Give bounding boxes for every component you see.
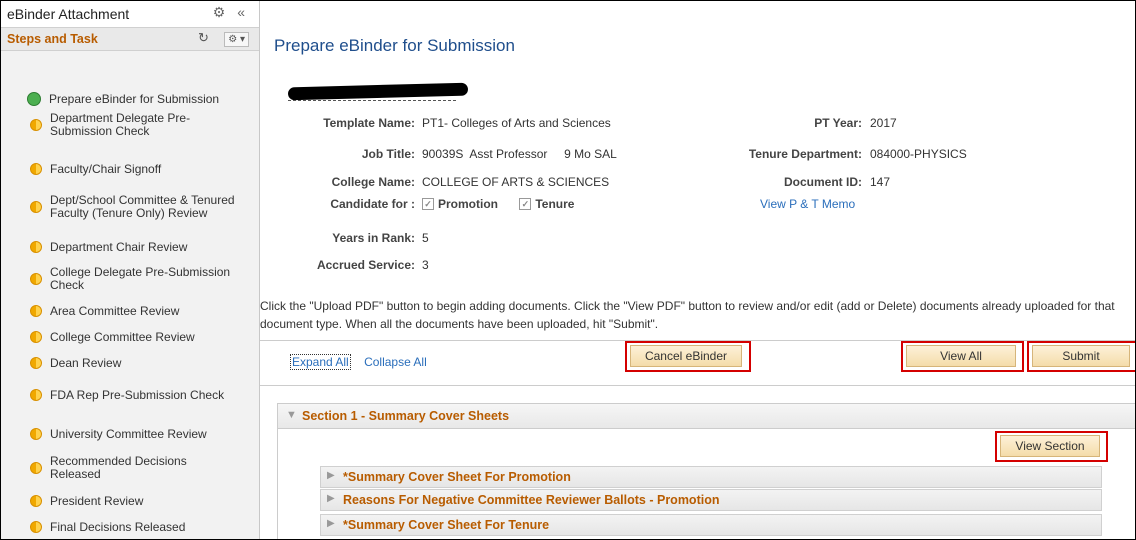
tenure-department-value: 084000-PHYSICS (870, 147, 967, 161)
sidebar-item-dept-committee[interactable]: Dept/School Committee & Tenured Faculty … (1, 193, 259, 221)
pending-status-icon (30, 389, 42, 401)
main-content: Prepare eBinder for Submission Template … (260, 1, 1135, 539)
pending-status-icon (30, 119, 42, 131)
pt-year-value: 2017 (870, 116, 897, 130)
template-name-label: Template Name: (323, 116, 415, 130)
college-name-value: COLLEGE OF ARTS & SCIENCES (422, 175, 610, 189)
page-title: Prepare eBinder for Submission (274, 36, 515, 55)
tenure-department-label: Tenure Department: (748, 147, 862, 161)
sidebar-header: eBinder Attachment ⚙ « (1, 1, 259, 28)
pending-status-icon (30, 241, 42, 253)
refresh-icon[interactable]: ↻ (198, 30, 209, 45)
accrued-service-label: Accrued Service: (316, 258, 415, 272)
complete-status-icon (27, 92, 41, 106)
sidebar-item-college-delegate[interactable]: College Delegate Pre-Submission Check (1, 265, 259, 293)
view-section-button[interactable]: View Section (1000, 435, 1100, 457)
sidebar-subheader: Steps and Task ↻ ⚙ ▾ (1, 28, 259, 51)
sidebar-item-fda-rep[interactable]: FDA Rep Pre-Submission Check (1, 387, 259, 403)
sidebar-item-final-decisions[interactable]: Final Decisions Released (1, 519, 259, 535)
years-in-rank-label: Years in Rank: (332, 231, 415, 245)
sidebar-subtitle: Steps and Task (7, 32, 98, 46)
document-id-value: 147 (870, 175, 891, 189)
pending-status-icon (30, 357, 42, 369)
section-1-header[interactable]: ▼ Section 1 - Summary Cover Sheets (278, 404, 1135, 429)
subsection-row[interactable]: ▶ *Summary Cover Sheet For Tenure (320, 514, 1102, 536)
expand-triangle-icon: ▶ (327, 493, 335, 504)
checkmark-icon: ✓ (422, 198, 434, 210)
sidebar-item-president-review[interactable]: President Review (1, 493, 259, 509)
accrued-service-value: 3 (422, 258, 429, 272)
app-frame: eBinder Attachment ⚙ « Steps and Task ↻ … (0, 0, 1136, 540)
pending-status-icon (30, 521, 42, 533)
sidebar-title: eBinder Attachment (7, 6, 130, 22)
collapse-icon[interactable]: « (237, 4, 245, 20)
job-title-value: 90039S Asst Professor 9 Mo SAL (422, 147, 617, 161)
pending-status-icon (30, 331, 42, 343)
candidate-for-label: Candidate for : (330, 197, 415, 211)
sidebar-item-dept-chair[interactable]: Department Chair Review (1, 239, 259, 255)
subsection-row[interactable]: ▶ *Summary Cover Sheet For Promotion (320, 466, 1102, 488)
sidebar-item-prepare[interactable]: Prepare eBinder for Submission (1, 91, 259, 107)
view-all-button[interactable]: View All (906, 345, 1016, 367)
sidebar-item-dept-delegate[interactable]: Department Delegate Pre-Submission Check (1, 111, 259, 139)
pending-status-icon (30, 305, 42, 317)
settings-icon[interactable]: ⚙ (213, 4, 226, 20)
job-title-label: Job Title: (361, 147, 415, 161)
collapse-triangle-icon: ▼ (286, 409, 297, 421)
sidebar: eBinder Attachment ⚙ « Steps and Task ↻ … (1, 1, 260, 539)
sidebar-item-dean-review[interactable]: Dean Review (1, 355, 259, 371)
expand-triangle-icon: ▶ (327, 518, 335, 529)
pending-status-icon (30, 201, 42, 213)
pending-status-icon (30, 462, 42, 474)
tenure-checkbox[interactable]: ✓ Tenure (519, 197, 574, 211)
expand-triangle-icon: ▶ (327, 470, 335, 481)
promotion-checkbox[interactable]: ✓ Promotion (422, 197, 498, 211)
subsection-row[interactable]: ▶ Reasons For Negative Committee Reviewe… (320, 489, 1102, 511)
collapse-all-link[interactable]: Collapse All (364, 355, 427, 369)
checkmark-icon: ✓ (519, 198, 532, 210)
redacted-candidate-name (287, 82, 469, 101)
template-name-value: PT1- Colleges of Arts and Sciences (422, 116, 611, 130)
college-name-label: College Name: (331, 175, 415, 189)
sidebar-item-university-committee[interactable]: University Committee Review (1, 426, 259, 442)
sidebar-item-recommended-decisions[interactable]: Recommended Decisions Released (1, 454, 259, 482)
pt-year-label: PT Year: (814, 116, 862, 130)
pending-status-icon (30, 428, 42, 440)
section-1-panel: ▼ Section 1 - Summary Cover Sheets View … (277, 403, 1135, 539)
submit-button[interactable]: Submit (1032, 345, 1130, 367)
sidebar-item-faculty-signoff[interactable]: Faculty/Chair Signoff (1, 161, 259, 177)
document-id-label: Document ID: (784, 175, 862, 189)
view-pt-memo-link[interactable]: View P & T Memo (760, 197, 855, 211)
sidebar-item-college-committee[interactable]: College Committee Review (1, 329, 259, 345)
options-menu-button[interactable]: ⚙ ▾ (224, 32, 249, 47)
pending-status-icon (30, 163, 42, 175)
pending-status-icon (30, 273, 42, 285)
years-in-rank-value: 5 (422, 231, 429, 245)
pending-status-icon (30, 495, 42, 507)
instructions-text: Click the "Upload PDF" button to begin a… (260, 299, 1115, 331)
expand-all-link[interactable]: Expand All (290, 354, 351, 370)
cancel-ebinder-button[interactable]: Cancel eBinder (630, 345, 742, 367)
sidebar-item-area-committee[interactable]: Area Committee Review (1, 303, 259, 319)
